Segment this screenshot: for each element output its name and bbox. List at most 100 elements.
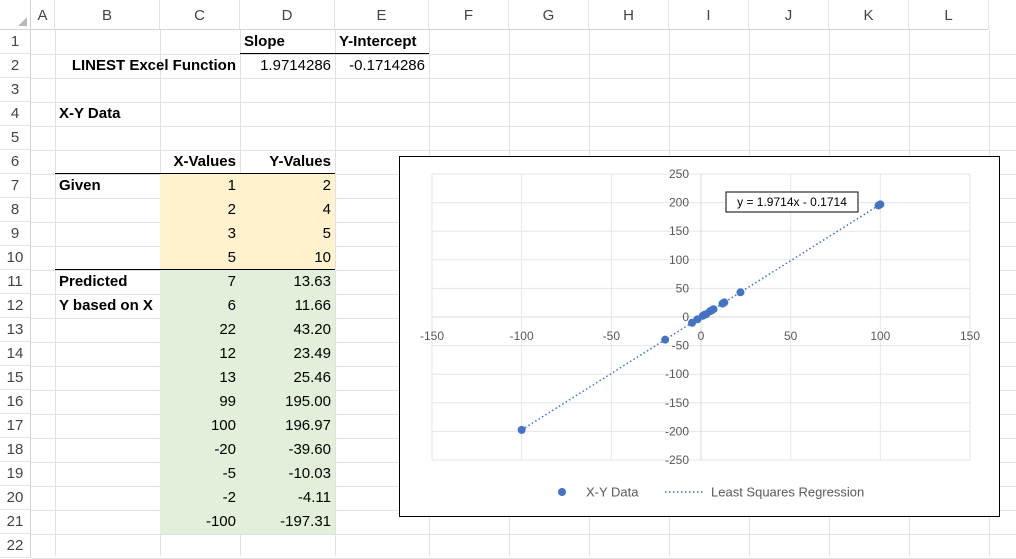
row-header-2[interactable]: 2 [0, 54, 31, 78]
cell-C8[interactable]: 2 [160, 198, 240, 222]
cell-C15[interactable]: 13 [160, 366, 240, 390]
row-header-20[interactable]: 20 [0, 486, 31, 510]
row-header-7[interactable]: 7 [0, 174, 31, 198]
row-header-4[interactable]: 4 [0, 102, 31, 126]
row-header-19[interactable]: 19 [0, 462, 31, 486]
x-tick-label: -150 [420, 329, 444, 343]
row-header-12[interactable]: 12 [0, 294, 31, 318]
x-tick-label: 50 [784, 329, 798, 343]
data-point [720, 298, 729, 307]
column-header-A[interactable]: A [31, 0, 55, 30]
grid-row-line [31, 102, 1016, 103]
row-header-15[interactable]: 15 [0, 366, 31, 390]
spreadsheet-grid[interactable]: ABCDEFGHIJKL 1 2 3 4 5 6 7 8 9 10 11 12 13 14 15 16 17 18… [0, 0, 1016, 559]
cell-C11[interactable]: 7 [160, 270, 240, 294]
equation-label: y = 1.9714x - 0.1714 [737, 195, 847, 209]
cell-C10[interactable]: 5 [160, 246, 240, 270]
column-header-E[interactable]: E [335, 0, 429, 30]
cell-D18[interactable]: -39.60 [240, 438, 335, 462]
cell-D16[interactable]: 195.00 [240, 390, 335, 414]
row-header-22[interactable]: 22 [0, 534, 31, 558]
row-header-11[interactable]: 11 [0, 270, 31, 294]
row-header-9[interactable]: 9 [0, 222, 31, 246]
y-tick-label: 200 [669, 196, 689, 210]
cell-D19[interactable]: -10.03 [240, 462, 335, 486]
column-header-B[interactable]: B [55, 0, 160, 30]
grid-row-line [31, 126, 1016, 127]
row-header-17[interactable]: 17 [0, 414, 31, 438]
data-point [661, 335, 670, 344]
y-tick-label: 0 [682, 310, 689, 324]
cell-C19[interactable]: -5 [160, 462, 240, 486]
cell-D10[interactable]: 10 [240, 246, 335, 270]
y-tick-label: 100 [669, 253, 689, 267]
row-header-18[interactable]: 18 [0, 438, 31, 462]
cell-D8[interactable]: 4 [240, 198, 335, 222]
cell-D15[interactable]: 25.46 [240, 366, 335, 390]
row-header-16[interactable]: 16 [0, 390, 31, 414]
y-tick-label: 250 [669, 167, 689, 181]
cell-B7[interactable]: Given [55, 174, 160, 198]
row-header-13[interactable]: 13 [0, 318, 31, 342]
y-tick-label: -50 [672, 339, 690, 353]
row-header-3[interactable]: 3 [0, 78, 31, 102]
row-header-14[interactable]: 14 [0, 342, 31, 366]
scatter-chart[interactable]: -150 -100 -50 0 50 100 150 250 200 150 100 50 0 -50 -… [399, 156, 1000, 517]
column-header-C[interactable]: C [160, 0, 240, 30]
select-all-corner[interactable] [0, 0, 31, 30]
cell-B4[interactable]: X-Y Data [55, 102, 160, 126]
cell-C7[interactable]: 1 [160, 174, 240, 198]
column-header-I[interactable]: I [669, 0, 749, 30]
cell-C16[interactable]: 99 [160, 390, 240, 414]
row-header-1[interactable]: 1 [0, 30, 31, 54]
column-header-F[interactable]: F [429, 0, 509, 30]
y-tick-label: -100 [665, 367, 689, 381]
y-tick-label: -150 [665, 396, 689, 410]
cell-D2[interactable]: 1.9714286 [240, 54, 335, 78]
y-tick-label: -250 [665, 453, 689, 467]
cell-B12[interactable]: Y based on X [55, 294, 160, 318]
cell-C9[interactable]: 3 [160, 222, 240, 246]
row-header-10[interactable]: 10 [0, 246, 31, 270]
row-header-6[interactable]: 6 [0, 150, 31, 174]
cell-D14[interactable]: 23.49 [240, 342, 335, 366]
column-header-H[interactable]: H [589, 0, 669, 30]
cell-D6[interactable]: Y-Values [240, 150, 335, 174]
cell-D13[interactable]: 43.20 [240, 318, 335, 342]
column-header-J[interactable]: J [749, 0, 829, 30]
cell-C6[interactable]: X-Values [160, 150, 240, 174]
cell-E1[interactable]: Y-Intercept [335, 30, 429, 54]
cell-D21[interactable]: -197.31 [240, 510, 335, 534]
cell-D7[interactable]: 2 [240, 174, 335, 198]
cell-D12[interactable]: 11.66 [240, 294, 335, 318]
cell-C13[interactable]: 22 [160, 318, 240, 342]
cell-C20[interactable]: -2 [160, 486, 240, 510]
column-header-K[interactable]: K [829, 0, 909, 30]
legend-marker-xy-data [558, 488, 566, 496]
cell-B2[interactable]: LINEST Excel Function [55, 54, 240, 78]
cell-B11[interactable]: Predicted [55, 270, 160, 294]
cell-D17[interactable]: 196.97 [240, 414, 335, 438]
y-tick-label: 50 [676, 281, 690, 295]
grid-row-line [31, 534, 1016, 535]
row-header-5[interactable]: 5 [0, 126, 31, 150]
cell-C18[interactable]: -20 [160, 438, 240, 462]
cell-D20[interactable]: -4.11 [240, 486, 335, 510]
x-tick-label: 100 [870, 329, 890, 343]
cell-D9[interactable]: 5 [240, 222, 335, 246]
data-point [693, 315, 702, 324]
column-header-L[interactable]: L [909, 0, 989, 30]
cell-C21[interactable]: -100 [160, 510, 240, 534]
cell-D11[interactable]: 13.63 [240, 270, 335, 294]
cell-C12[interactable]: 6 [160, 294, 240, 318]
column-header-D[interactable]: D [240, 0, 335, 30]
row-header-8[interactable]: 8 [0, 198, 31, 222]
cell-C14[interactable]: 12 [160, 342, 240, 366]
x-tick-label: 150 [960, 329, 980, 343]
column-header-G[interactable]: G [509, 0, 589, 30]
row-header-21[interactable]: 21 [0, 510, 31, 534]
cell-C17[interactable]: 100 [160, 414, 240, 438]
data-point [707, 306, 716, 315]
cell-D1[interactable]: Slope [240, 30, 335, 54]
cell-E2[interactable]: -0.1714286 [335, 54, 429, 78]
